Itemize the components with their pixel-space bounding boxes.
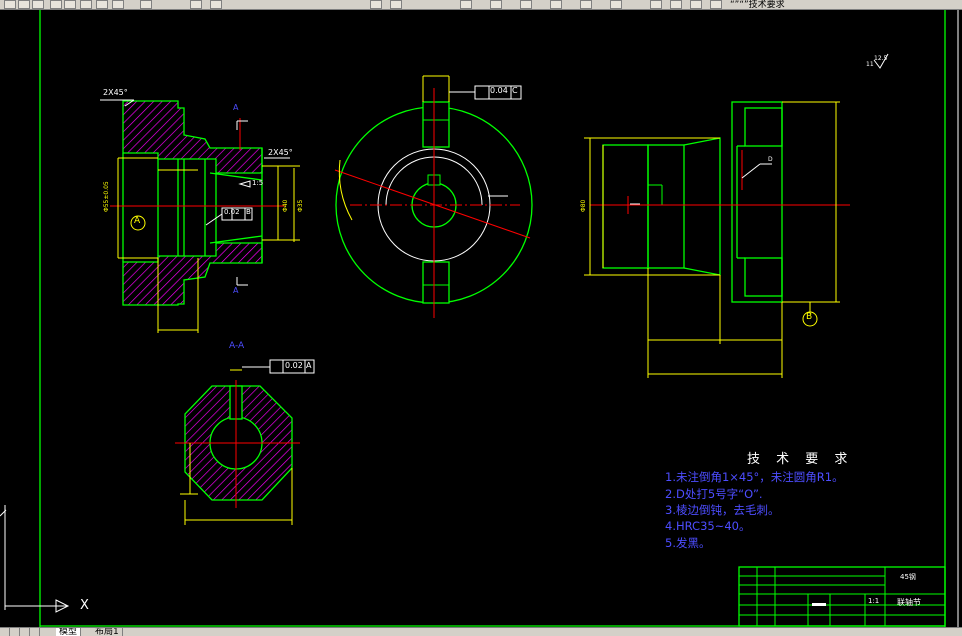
open-icon[interactable] (18, 0, 30, 9)
section-a-a (175, 359, 315, 525)
d-mark-label: D (768, 156, 773, 163)
sym-tol-ref: C (512, 86, 518, 95)
preview-icon[interactable] (64, 0, 76, 9)
tech-req-line: 4.HRC35~40。 (665, 519, 751, 533)
right-side-view (584, 53, 889, 378)
sym-tol-value: 0.04 (490, 86, 508, 95)
datum-a-label: A (134, 216, 141, 226)
left-section-view (100, 99, 300, 333)
match-icon[interactable] (190, 0, 202, 9)
drawing-canvas[interactable] (0, 9, 962, 627)
tech-req-line: 2.D处打5号字“O”. (665, 487, 763, 501)
layer-state-icon[interactable] (670, 0, 682, 9)
runout-tol-value: 0.02 (224, 208, 240, 216)
undo-icon[interactable] (140, 0, 152, 9)
lock-icon[interactable] (710, 0, 722, 9)
tech-req-line: 5.发黑。 (665, 536, 711, 550)
chamfer-label-top: 2X45° (103, 88, 128, 97)
title-block-material: 45钢 (900, 573, 916, 581)
help-icon[interactable] (610, 0, 622, 9)
copy-icon[interactable] (96, 0, 108, 9)
properties-icon[interactable] (460, 0, 472, 9)
section-mark-bottom: A (233, 286, 239, 295)
tech-req-line: 1.未注倒角1×45°，未注圆角R1。 (665, 470, 844, 484)
cut-icon[interactable] (80, 0, 92, 9)
sheetset-icon[interactable] (550, 0, 562, 9)
chamfer-label-mid: 2X45° (268, 148, 293, 157)
redo-icon[interactable] (210, 0, 222, 9)
print-icon[interactable] (50, 0, 62, 9)
runout-tol-ref: B (246, 208, 251, 216)
save-icon[interactable] (32, 0, 44, 9)
ucs-icon (0, 505, 70, 613)
section-mark-top: A (233, 103, 239, 112)
roughness-prefix: 11 (866, 61, 874, 68)
center-end-view (334, 75, 533, 318)
aa-tol-value: 0.02 (285, 361, 303, 370)
aa-tol-ref: A (306, 361, 312, 370)
zoom-icon[interactable] (390, 0, 402, 9)
bulb-icon[interactable] (690, 0, 702, 9)
toolpalette-icon[interactable] (520, 0, 532, 9)
dim-right-dia: Φ35 (297, 199, 304, 212)
tech-req-title: 技 术 要 求 (747, 452, 854, 467)
designcenter-icon[interactable] (490, 0, 502, 9)
datum-b-label: B (806, 312, 813, 322)
calc-icon[interactable] (580, 0, 592, 9)
roughness-value: 12.5 (874, 55, 888, 62)
pan-icon[interactable] (370, 0, 382, 9)
dim-bore: Φ40 (282, 199, 289, 212)
layer-icon[interactable] (650, 0, 662, 9)
section-a-a-title: A-A (229, 341, 245, 351)
ucs-x-label: X (80, 598, 89, 613)
taper-label: 1:5 (252, 179, 264, 187)
title-block-scale: 1:1 (868, 597, 880, 605)
tech-req-line: 3.棱边倒钝，去毛刺。 (665, 503, 780, 517)
paste-icon[interactable] (112, 0, 124, 9)
title-block-part-name: 联轴节 (897, 598, 921, 607)
dim-side-len: Φ80 (580, 199, 587, 212)
dim-left-dia: Φ55±0.05 (103, 181, 110, 212)
new-icon[interactable] (4, 0, 16, 9)
